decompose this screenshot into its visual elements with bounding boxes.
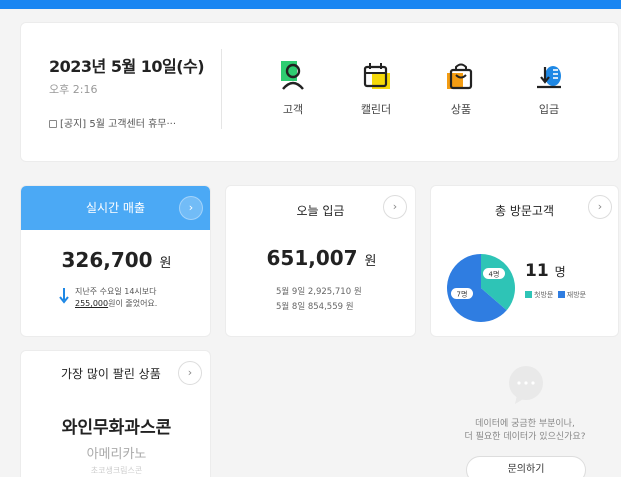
best-selling-title: 가장 많이 팔린 상품 — [61, 367, 161, 381]
visitor-count-unit: 명 — [554, 265, 566, 279]
sales-amount: 326,700 — [61, 248, 153, 272]
best-more-button[interactable]: › — [178, 361, 202, 385]
shortcut-deposit-label: 입금 — [538, 103, 560, 116]
shortcut-calendar-label: 캘린더 — [360, 103, 392, 116]
person-icon — [281, 61, 304, 90]
visitor-count: 11 명 — [525, 261, 566, 281]
inquiry-line1: 데이터에 궁금한 부분이나, — [475, 419, 575, 429]
notice-link[interactable]: [공지] 5월 고객센터 휴무··· — [49, 115, 176, 130]
deposit-amount: 651,007 — [266, 246, 358, 270]
arrow-down-icon — [59, 288, 69, 304]
visitors-more-button[interactable]: › — [588, 195, 612, 219]
sales-unit: 원 — [159, 256, 172, 271]
deposit-unit: 원 — [364, 254, 377, 269]
best-selling-card[interactable]: 가장 많이 팔린 상품 › 와인무화과스콘 아메리카노 초코생크림스콘 — [20, 350, 211, 477]
calendar-icon — [363, 63, 390, 89]
visitor-legend: 첫방문 재방문 — [525, 290, 586, 300]
inquiry-line2: 더 필요한 데이터가 있으신가요? — [464, 432, 586, 442]
pie-label-new-text: 4명 — [489, 270, 500, 279]
realtime-sales-value: 326,700 원 — [21, 248, 210, 272]
chat-bubble-icon — [509, 366, 543, 404]
today-deposit-value: 651,007 원 — [226, 246, 417, 270]
top-accent-bar — [0, 0, 621, 9]
notice-text: [공지] 5월 고객센터 휴무··· — [60, 119, 177, 130]
shortcut-customer[interactable]: 고객 — [258, 59, 328, 117]
visitor-count-number: 11 — [525, 261, 549, 281]
shortcut-product-label: 상품 — [450, 103, 472, 116]
sales-note-amount: 255,000 — [75, 299, 109, 308]
speaker-icon — [49, 120, 57, 128]
sales-more-button[interactable]: › — [179, 196, 203, 220]
visitor-pie-chart: 4명 7명 — [447, 254, 515, 322]
shortcut-customer-label: 고객 — [282, 103, 304, 116]
inquiry-message: 데이터에 궁금한 부분이나, 더 필요한 데이터가 있으신가요? — [440, 418, 610, 444]
today-deposit-card[interactable]: 오늘 입금 › 651,007 원 5월 9일 2,925,710 원 5월 8… — [225, 185, 416, 337]
summary-header-card: 2023년 5월 10일(수) 오후 2:16 [공지] 5월 고객센터 휴무·… — [20, 22, 619, 162]
shortcut-deposit[interactable]: 입금 — [514, 59, 584, 117]
deposit-history-row: 5월 9일 2,925,710 원 — [276, 287, 362, 297]
legend-swatch-new — [525, 291, 532, 298]
pie-label-return-text: 7명 — [457, 290, 468, 299]
best-product-rank2: 아메리카노 — [86, 447, 147, 462]
shortcut-calendar[interactable]: 캘린더 — [341, 59, 411, 117]
deposit-more-button[interactable]: › — [383, 195, 407, 219]
inquiry-button[interactable]: 문의하기 — [466, 456, 586, 477]
best-product-rank1: 와인무화과스콘 — [61, 418, 172, 438]
deposit-icon — [537, 66, 561, 89]
bag-icon — [447, 63, 473, 90]
best-product-rank3: 초코생크림스콘 — [90, 466, 143, 475]
realtime-sales-card[interactable]: 실시간 매출 › 326,700 원 지난주 수요일 14시보다 255,000… — [20, 185, 211, 337]
pie-label-new: 4명 — [483, 268, 505, 279]
sales-note-suffix: 원이 줄었어요. — [108, 299, 158, 308]
legend-new-label: 첫방문 — [534, 291, 554, 299]
pie-label-return: 7명 — [451, 288, 473, 299]
divider — [221, 49, 222, 129]
legend-swatch-return — [557, 291, 565, 298]
deposit-history-row: 5월 8일 854,559 원 — [276, 302, 354, 312]
sales-comparison-note: 지난주 수요일 14시보다 255,000원이 줄었어요. — [75, 286, 157, 310]
shortcut-product[interactable]: 상품 — [426, 59, 496, 117]
current-date: 2023년 5월 10일(수) — [49, 57, 205, 76]
total-visitors-card[interactable]: 총 방문고객 › 4명 7명 11 명 첫방문 재방문 — [430, 185, 619, 337]
sales-note-line1: 지난주 수요일 14시보다 — [75, 287, 157, 296]
legend-return-label: 재방문 — [566, 291, 587, 299]
current-time: 오후 2:16 — [49, 83, 98, 96]
